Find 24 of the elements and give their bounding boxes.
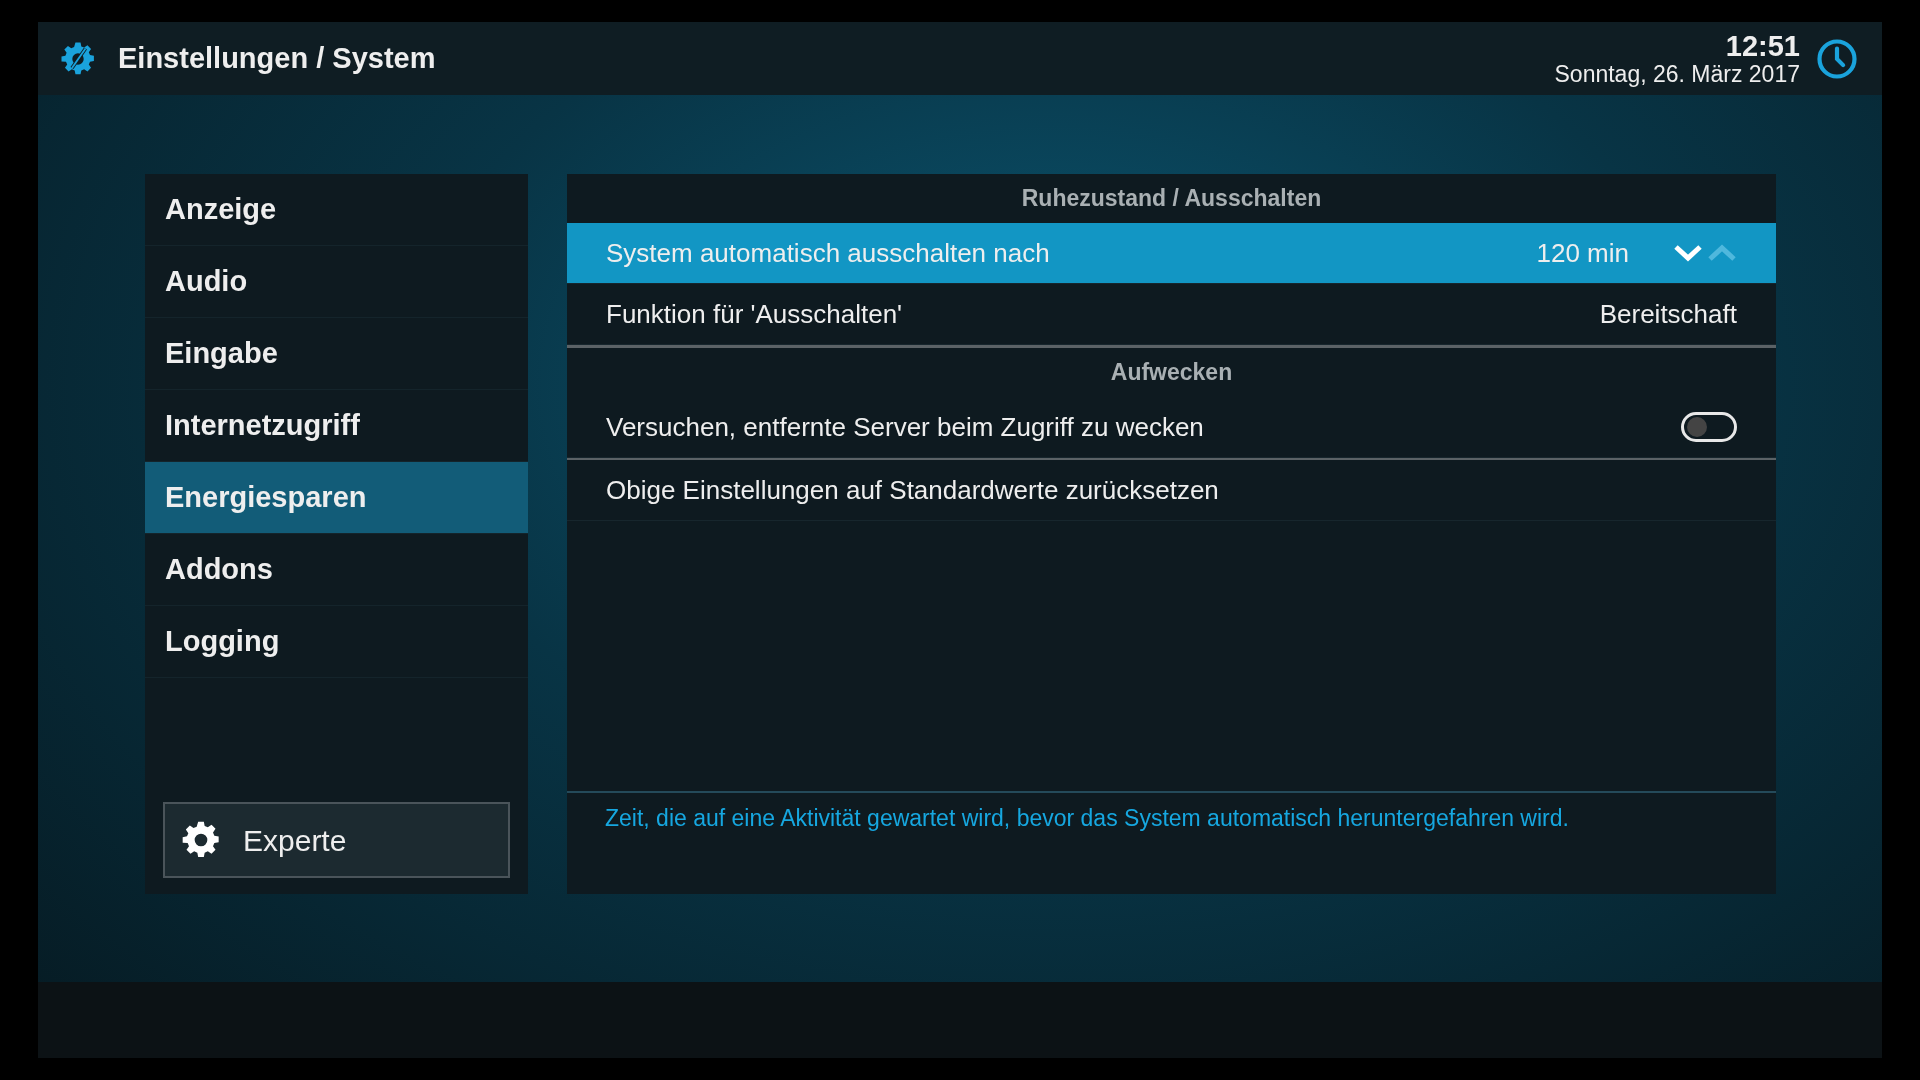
section-heading: Ruhezustand / Ausschalten — [1021, 184, 1322, 214]
setting-label: Funktion für 'Ausschalten' — [606, 297, 903, 331]
sidebar-item[interactable]: Audio — [145, 246, 528, 318]
setting-value: 120 min — [1536, 236, 1629, 270]
sidebar-item[interactable]: Logging — [145, 606, 528, 678]
reset-row[interactable]: Obige Einstellungen auf Standardwerte zurücksetzen — [567, 460, 1776, 521]
settings-icon — [60, 40, 96, 77]
sidebar-item[interactable]: Energiesparen — [145, 462, 528, 534]
clock-date: Sonntag, 26. März 2017 — [1554, 61, 1800, 86]
section-heading: Aufwecken — [1110, 358, 1233, 388]
clock-time: 12:51 — [1724, 31, 1800, 62]
toggle-switch[interactable] — [1681, 412, 1737, 442]
setting-label: Versuchen, entfernte Server beim Zugriff zu wecken — [606, 410, 1204, 444]
expert-button[interactable]: Experte — [163, 802, 510, 878]
page-title: Einstellungen / System — [118, 40, 436, 76]
setting-description: Zeit, die auf eine Aktivität gewartet wird, bevor das System automatisch heruntergefahren wird. — [605, 805, 1569, 831]
sidebar-item[interactable]: Anzeige — [145, 174, 528, 246]
setting-label: System automatisch ausschalten nach — [606, 236, 1050, 270]
sidebar-item[interactable]: Addons — [145, 534, 528, 606]
chevron-down-icon[interactable] — [1673, 243, 1703, 263]
clock-icon — [1816, 37, 1858, 80]
sidebar-item[interactable]: Eingabe — [145, 318, 528, 390]
settings-icon — [181, 820, 221, 860]
setting-value: Bereitschaft — [1599, 297, 1737, 331]
